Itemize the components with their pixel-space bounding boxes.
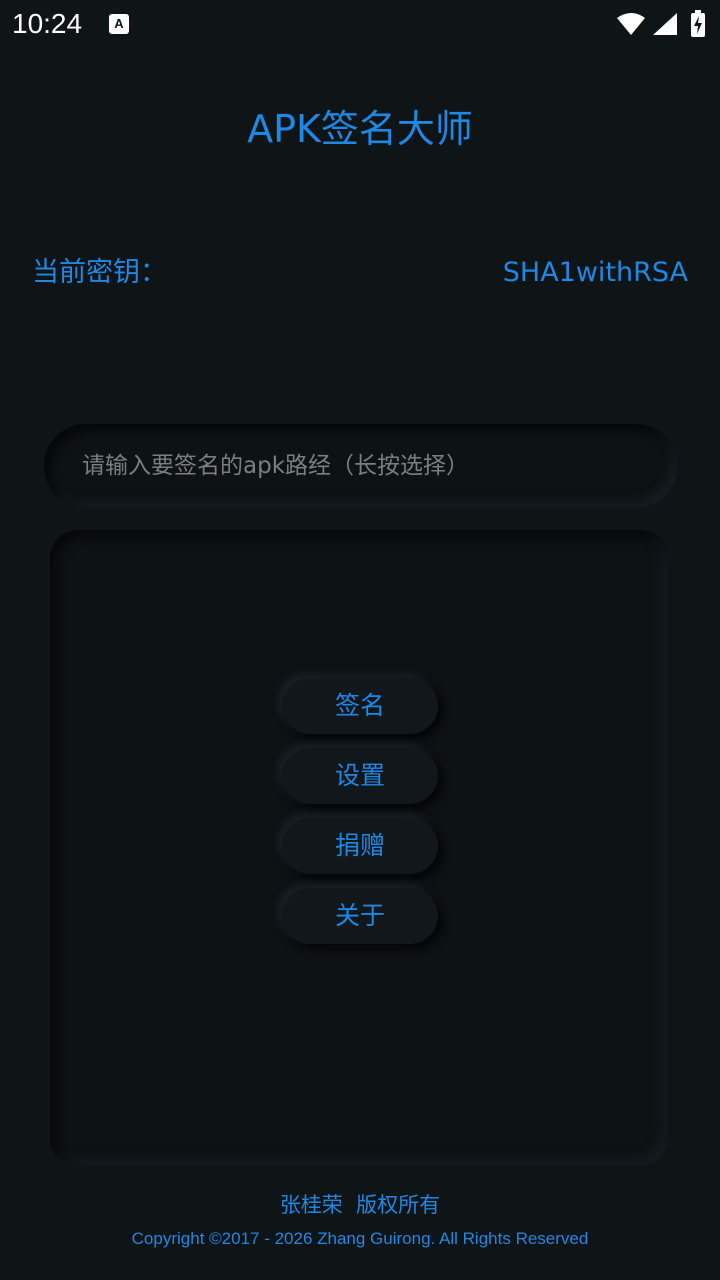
status-bar: 10:24 A: [0, 0, 720, 48]
settings-button[interactable]: 设置: [282, 748, 438, 804]
apk-path-field[interactable]: [44, 424, 678, 508]
app-title: APK签名大师: [247, 107, 473, 151]
footer-owner: 张桂荣 版权所有: [279, 1193, 441, 1217]
battery-charging-icon: [690, 10, 706, 42]
signal-icon: [652, 12, 678, 40]
footer-copyright: Copyright ©2017 - 2026 Zhang Guirong. Al…: [131, 1229, 589, 1248]
current-key-label: 当前密钥：: [32, 257, 167, 288]
donate-button[interactable]: 捐赠: [282, 818, 438, 874]
notification-a-icon: A: [109, 14, 129, 34]
sign-button[interactable]: 签名: [282, 678, 438, 734]
wifi-icon: [616, 12, 646, 40]
apk-path-input[interactable]: [80, 452, 678, 480]
current-key-value[interactable]: SHA1withRSA: [503, 255, 688, 291]
about-button[interactable]: 关于: [282, 888, 438, 944]
status-time: 10:24: [12, 8, 83, 39]
